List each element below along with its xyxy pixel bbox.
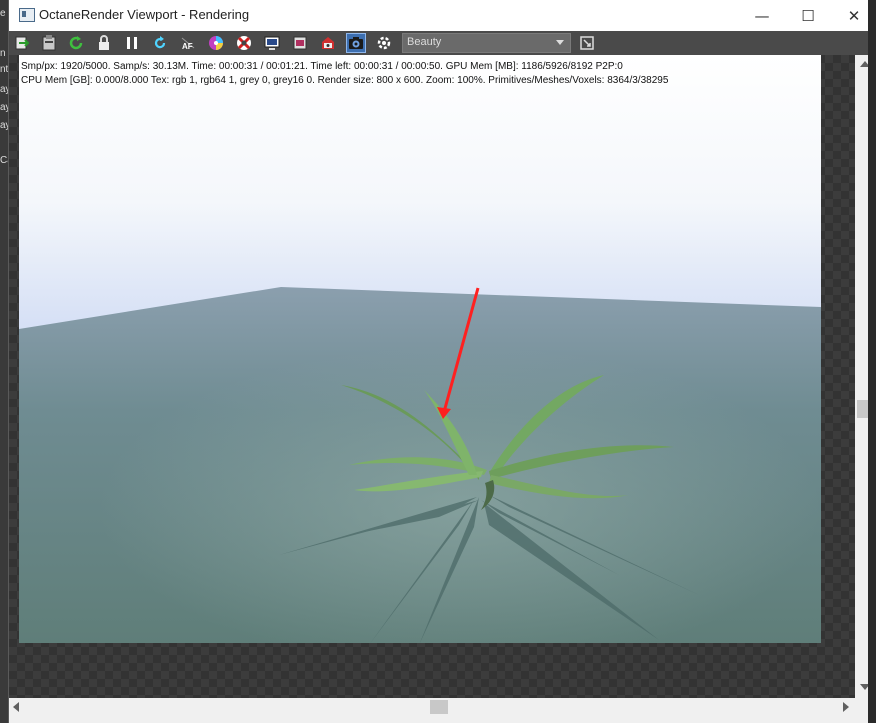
maximize-button[interactable]: ☐	[785, 0, 831, 31]
background-app-strip-right	[868, 0, 876, 723]
clipboard-icon[interactable]	[40, 34, 58, 52]
color-icon[interactable]	[207, 34, 225, 52]
scroll-right-icon[interactable]	[843, 702, 849, 712]
minimize-icon: —	[754, 6, 770, 25]
horizontal-scroll-thumb[interactable]	[430, 700, 448, 714]
close-icon: ✕	[847, 6, 861, 25]
af-label: AF	[182, 42, 193, 51]
fit-icon[interactable]	[578, 34, 596, 52]
bg-text-fragment: e	[0, 8, 6, 19]
film-icon[interactable]	[291, 34, 309, 52]
display-icon[interactable]	[263, 34, 281, 52]
camera-icon[interactable]	[346, 33, 366, 53]
reset-icon[interactable]	[151, 34, 169, 52]
window-bottom-border	[9, 716, 876, 723]
render-image[interactable]: Smp/px: 1920/5000. Samp/s: 30.13M. Time:…	[19, 55, 821, 643]
pause-icon[interactable]	[123, 34, 141, 52]
stats-line-1: Smp/px: 1920/5000. Samp/s: 30.13M. Time:…	[21, 61, 623, 72]
picker-icon[interactable]	[235, 34, 253, 52]
scroll-left-icon[interactable]	[13, 702, 19, 712]
settings-icon[interactable]	[319, 34, 337, 52]
octane-viewport-window: OctaneRender Viewport - Rendering — ☐ ✕ …	[8, 0, 876, 723]
export-icon[interactable]	[13, 34, 31, 52]
render-pass-value: Beauty	[407, 36, 442, 48]
maximize-icon: ☐	[801, 6, 815, 25]
lock-icon[interactable]	[95, 34, 113, 52]
app-window-icon	[19, 8, 35, 22]
gear-icon[interactable]	[375, 34, 393, 52]
af-icon[interactable]: AF	[179, 34, 197, 52]
render-pass-dropdown[interactable]: Beauty	[402, 33, 571, 53]
window-title: OctaneRender Viewport - Rendering	[39, 7, 250, 22]
stats-line-2: CPU Mem [GB]: 0.000/8.000 Tex: rgb 1, rg…	[21, 75, 669, 86]
title-bar[interactable]: OctaneRender Viewport - Rendering — ☐ ✕	[9, 0, 876, 31]
minimize-button[interactable]: —	[739, 0, 785, 31]
render-statistics: Smp/px: 1920/5000. Samp/s: 30.13M. Time:…	[21, 60, 668, 88]
render-scene	[19, 55, 821, 643]
viewport-canvas-area[interactable]: Smp/px: 1920/5000. Samp/s: 30.13M. Time:…	[9, 55, 855, 698]
bg-text-fragment: n	[0, 48, 6, 59]
chevron-down-icon	[556, 40, 564, 45]
horizontal-scrollbar[interactable]	[9, 698, 855, 716]
restart-icon[interactable]	[67, 34, 85, 52]
